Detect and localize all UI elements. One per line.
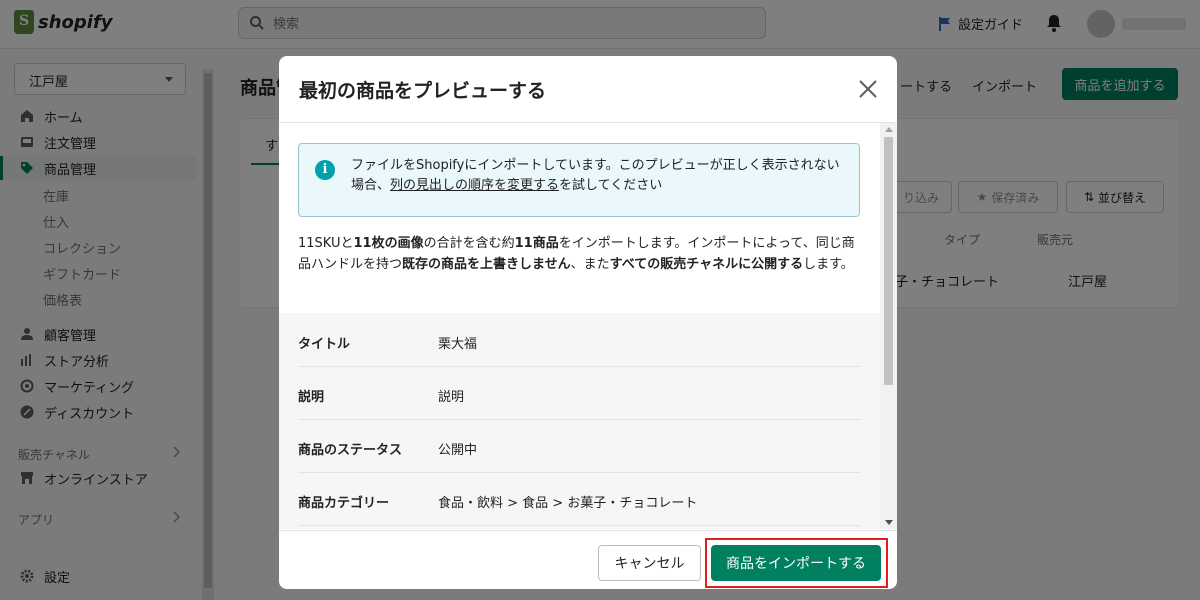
reorder-headers-link[interactable]: 列の見出しの順序を変更する <box>390 178 559 193</box>
scroll-up-icon[interactable] <box>885 127 893 132</box>
preview-key: 商品カテゴリー <box>298 496 390 511</box>
preview-row: 説明 説明 <box>298 366 861 420</box>
scroll-down-icon[interactable] <box>885 520 893 525</box>
preview-modal: 最初の商品をプレビューする i ファイルをShopifyにインポートしています。… <box>279 56 897 589</box>
preview-key: 説明 <box>298 390 325 405</box>
modal-title: 最初の商品をプレビューする <box>299 80 547 102</box>
modal-body: i ファイルをShopifyにインポートしています。このプレビューが正しく表示さ… <box>279 123 880 529</box>
desc-overwrite: 既存の商品を上書きしません <box>402 257 571 272</box>
desc-part: の合計を含む約 <box>423 236 515 251</box>
preview-table: タイトル 栗大福 説明 説明 商品のステータス 公開中 商品カテゴリー 食品・飲… <box>279 313 880 529</box>
desc-part: します。 <box>803 257 854 272</box>
info-banner: i ファイルをShopifyにインポートしています。このプレビューが正しく表示さ… <box>298 143 860 217</box>
preview-key: タイトル <box>298 337 351 352</box>
import-description: 11SKUと11枚の画像の合計を含む約11商品をインポートします。インポートによ… <box>298 233 863 275</box>
preview-value: 説明 <box>438 390 465 405</box>
info-banner-text: ファイルをShopifyにインポートしています。このプレビューが正しく表示されな… <box>351 156 851 196</box>
preview-value: 公開中 <box>438 443 478 458</box>
desc-images-count: 11枚の画像 <box>353 236 424 251</box>
desc-publish: すべての販売チャネルに公開する <box>609 257 804 272</box>
desc-part: 11SKUと <box>298 236 354 251</box>
close-icon[interactable] <box>857 78 879 100</box>
preview-value: 栗大福 <box>438 337 478 352</box>
preview-row: 商品カテゴリー 食品・飲料 > 食品 > お菓子・チョコレート <box>298 472 861 526</box>
desc-products-count: 11商品 <box>514 236 559 251</box>
banner-text-end: を試してください <box>559 178 663 193</box>
preview-row: 商品のステータス 公開中 <box>298 419 861 473</box>
modal-header: 最初の商品をプレビューする <box>279 56 897 123</box>
preview-value: 食品・飲料 > 食品 > お菓子・チョコレート <box>438 496 698 511</box>
cancel-button[interactable]: キャンセル <box>598 545 701 581</box>
preview-key: 商品のステータス <box>298 443 403 458</box>
modal-scrollbar[interactable] <box>880 123 897 529</box>
info-icon: i <box>315 160 335 180</box>
modal-scrollbar-thumb[interactable] <box>884 137 893 385</box>
highlight-box <box>705 538 888 588</box>
preview-row: タイトル 栗大福 <box>298 313 861 367</box>
desc-part: 、また <box>570 257 610 272</box>
